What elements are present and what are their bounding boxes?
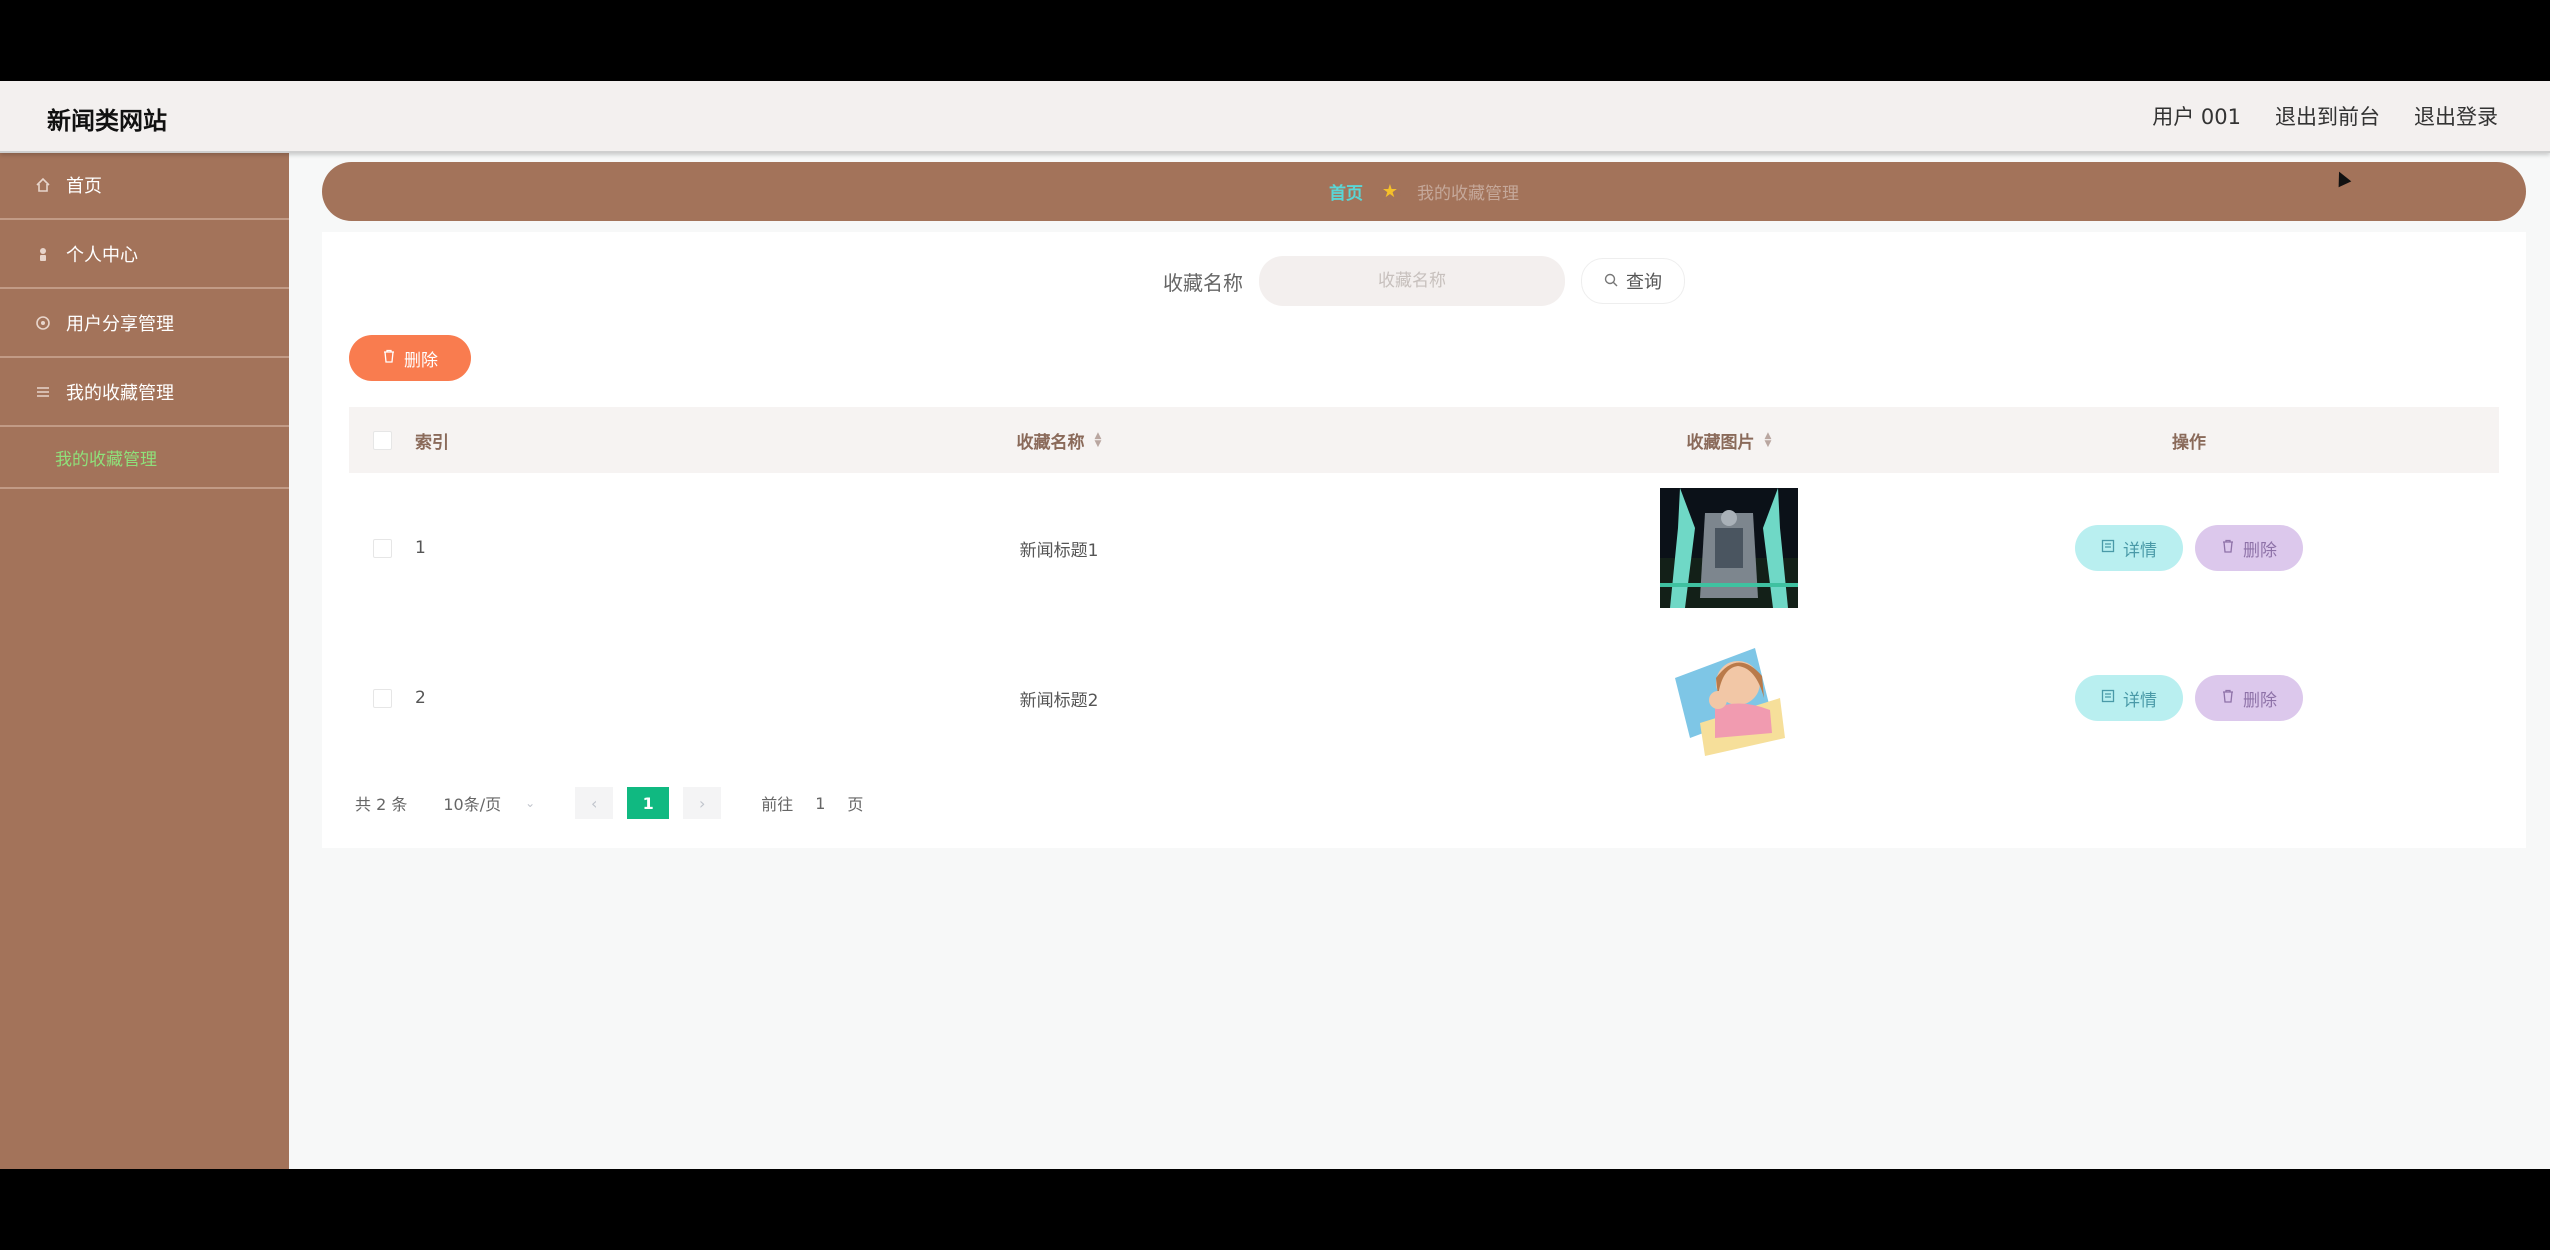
sidebar-item-profile[interactable]: 个人中心: [0, 220, 289, 289]
sidebar-item-favorites[interactable]: 我的收藏管理: [0, 358, 289, 427]
header-name: 收藏名称: [1016, 432, 1085, 453]
chevron-left-icon: ‹: [590, 793, 598, 813]
detail-icon: [2101, 538, 2115, 558]
search-label: 收藏名称: [1163, 270, 1243, 295]
person-icon: [34, 245, 52, 263]
home-icon: [34, 176, 52, 194]
sidebar-subitem-my-favorites[interactable]: 我的收藏管理: [0, 427, 289, 489]
site-title: 新闻类网站: [47, 107, 167, 135]
admin-app: 新闻类网站 用户 001 退出到前台 退出登录 首页 个人中心 用户分享管理 我…: [0, 81, 2550, 1169]
sort-icon[interactable]: ▲ ▼: [1765, 432, 1772, 449]
sidebar-item-label: 用户分享管理: [66, 313, 174, 335]
current-user[interactable]: 用户 001: [2152, 101, 2241, 131]
sort-icon[interactable]: ▲ ▼: [1095, 432, 1102, 449]
sidebar-item-label: 首页: [66, 175, 102, 197]
search-bar: 收藏名称 查询: [322, 256, 2526, 306]
delete-button[interactable]: 删除: [2195, 675, 2303, 721]
row-name: 新闻标题1: [1019, 540, 1099, 561]
next-page-button[interactable]: ›: [683, 787, 722, 819]
detail-button[interactable]: 详情: [2075, 525, 2183, 571]
goto-prefix: 前往: [761, 795, 794, 814]
sidebar-item-label: 个人中心: [66, 244, 138, 266]
breadcrumb: 首页 ★ 我的收藏管理: [322, 162, 2526, 221]
header-ops: 操作: [2172, 432, 2206, 453]
delete-label: 删除: [2243, 690, 2277, 711]
chevron-down-icon: ⌄: [525, 796, 536, 810]
search-icon: [1604, 271, 1618, 292]
breadcrumb-current: 我的收藏管理: [1417, 184, 1519, 204]
query-button-label: 查询: [1626, 272, 1662, 293]
select-all-checkbox[interactable]: [372, 430, 392, 450]
favorites-table: 索引 收藏名称 ▲ ▼ 收藏图片 ▲ ▼ 操作 1 新闻标题1 详情 删除 2 …: [349, 407, 2499, 773]
detail-label: 详情: [2123, 540, 2157, 561]
table-row: 1 新闻标题1 详情 删除: [349, 473, 2499, 623]
page-jump: 前往 1 页: [761, 791, 863, 815]
detail-label: 详情: [2123, 690, 2157, 711]
star-icon: ★: [1379, 180, 1401, 203]
row-index: 1: [415, 538, 426, 558]
goto-input[interactable]: 1: [815, 794, 825, 813]
table-row: 2 新闻标题2 详情 删除: [349, 623, 2499, 773]
batch-delete-button[interactable]: 删除: [349, 335, 471, 381]
page-size-select[interactable]: 10条/页 ⌄: [443, 791, 535, 815]
letterbox-bottom: [0, 1169, 2550, 1250]
page-size-value: 10条/页: [443, 795, 502, 814]
detail-button[interactable]: 详情: [2075, 675, 2183, 721]
sidebar-item-label: 我的收藏管理: [66, 382, 174, 404]
delete-label: 删除: [2243, 540, 2277, 561]
favorite-image: [1660, 638, 1798, 758]
exit-to-front-link[interactable]: 退出到前台: [2275, 101, 2380, 131]
header-image: 收藏图片: [1686, 432, 1755, 453]
batch-delete-label: 删除: [404, 350, 438, 371]
page-number-current[interactable]: 1: [627, 787, 670, 819]
trash-icon: [382, 348, 396, 368]
sidebar: 首页 个人中心 用户分享管理 我的收藏管理 我的收藏管理: [0, 151, 289, 1169]
breadcrumb-home[interactable]: 首页: [1329, 179, 1363, 204]
row-checkbox[interactable]: [372, 538, 392, 558]
top-links: 用户 001 退出到前台 退出登录: [2152, 101, 2498, 131]
top-bar: 新闻类网站 用户 001 退出到前台 退出登录: [0, 81, 2550, 153]
query-button[interactable]: 查询: [1581, 258, 1685, 304]
search-input[interactable]: [1259, 256, 1565, 306]
favorite-image: [1660, 488, 1798, 608]
sidebar-item-home[interactable]: 首页: [0, 151, 289, 220]
prev-page-button[interactable]: ‹: [575, 787, 614, 819]
sidebar-item-share[interactable]: 用户分享管理: [0, 289, 289, 358]
row-name: 新闻标题2: [1019, 690, 1099, 711]
pagination-total: 共 2 条: [355, 795, 408, 814]
trash-icon: [2221, 688, 2235, 708]
goto-suffix: 页: [847, 795, 864, 814]
header-index: 索引: [415, 432, 449, 453]
menu-icon: [34, 383, 52, 401]
logout-link[interactable]: 退出登录: [2414, 101, 2498, 131]
trash-icon: [2221, 538, 2235, 558]
delete-button[interactable]: 删除: [2195, 525, 2303, 571]
content-panel: 收藏名称 查询 删除 索引 收藏名称 ▲▼: [322, 232, 2526, 848]
chevron-right-icon: ›: [698, 793, 706, 813]
row-index: 2: [415, 688, 426, 708]
pagination: 共 2 条 10条/页 ⌄ ‹ 1 › 前往 1 页: [355, 787, 863, 819]
row-checkbox[interactable]: [372, 688, 392, 708]
detail-icon: [2101, 688, 2115, 708]
share-icon: [34, 314, 52, 332]
table-header: 索引 收藏名称 ▲ ▼ 收藏图片 ▲ ▼ 操作: [349, 407, 2499, 473]
letterbox-top: [0, 0, 2550, 81]
